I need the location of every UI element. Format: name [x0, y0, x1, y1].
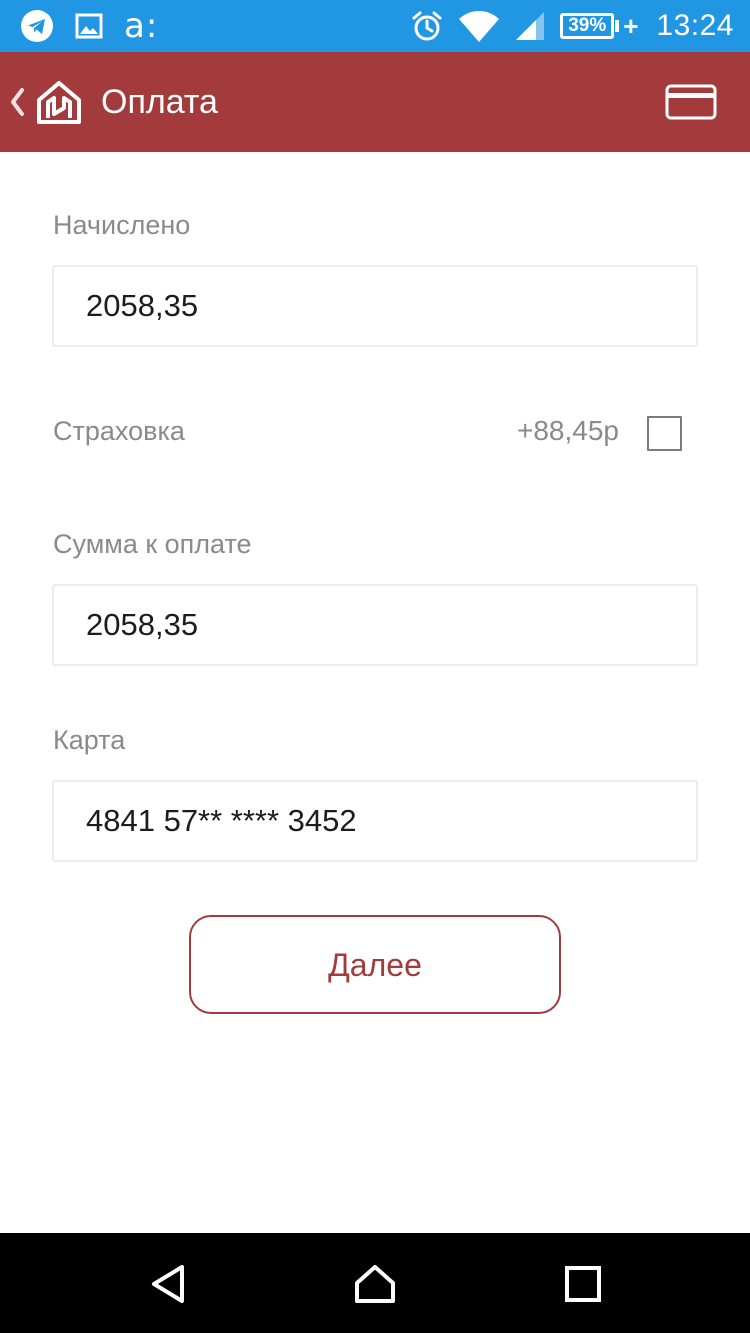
insurance-label: Страховка: [53, 416, 185, 446]
chevron-left-icon[interactable]: [8, 84, 26, 125]
status-bar: a: 39% + 13:24: [0, 0, 750, 52]
signal-icon: [514, 10, 546, 42]
amount-due-label: Сумма к оплате: [53, 529, 252, 559]
credit-card-icon[interactable]: [662, 82, 720, 122]
charging-icon: +: [623, 11, 639, 41]
insurance-checkbox[interactable]: [647, 416, 682, 451]
wifi-icon: [458, 9, 500, 43]
status-bar-notifications: a:: [20, 8, 158, 44]
back-triangle-icon[interactable]: [143, 1259, 193, 1309]
navigation-bar: [0, 1233, 750, 1333]
amount-due-value: 2058,35: [86, 607, 199, 642]
aw-icon: a:: [124, 6, 159, 46]
card-field[interactable]: 4841 57** **** 3452: [52, 780, 698, 862]
page-title: Оплата: [101, 83, 218, 121]
battery-tip: [615, 20, 620, 32]
card-label: Карта: [53, 725, 126, 755]
accrued-value: 2058,35: [86, 288, 199, 323]
recents-square-icon[interactable]: [558, 1259, 608, 1309]
next-button[interactable]: Далее: [189, 915, 561, 1014]
gallery-icon: [74, 11, 104, 41]
telegram-icon: [20, 9, 54, 43]
app-bar: Оплата: [0, 52, 750, 152]
status-bar-system: 39% + 13:24: [410, 6, 734, 46]
insurance-price: +88,45р: [517, 415, 619, 446]
battery-indicator: 39% +: [560, 13, 638, 39]
alarm-icon: [410, 9, 444, 43]
accrued-label: Начислено: [53, 210, 191, 240]
next-button-label: Далее: [328, 946, 422, 983]
home-icon[interactable]: [350, 1259, 400, 1309]
battery-icon: 39%: [560, 13, 615, 39]
home-logo-icon[interactable]: [34, 78, 84, 131]
accrued-field[interactable]: 2058,35: [52, 265, 698, 347]
amount-due-field[interactable]: 2058,35: [52, 584, 698, 666]
clock: 13:24: [656, 9, 734, 42]
battery-percent: 39%: [568, 15, 607, 36]
card-number: 4841 57** **** 3452: [86, 803, 357, 838]
